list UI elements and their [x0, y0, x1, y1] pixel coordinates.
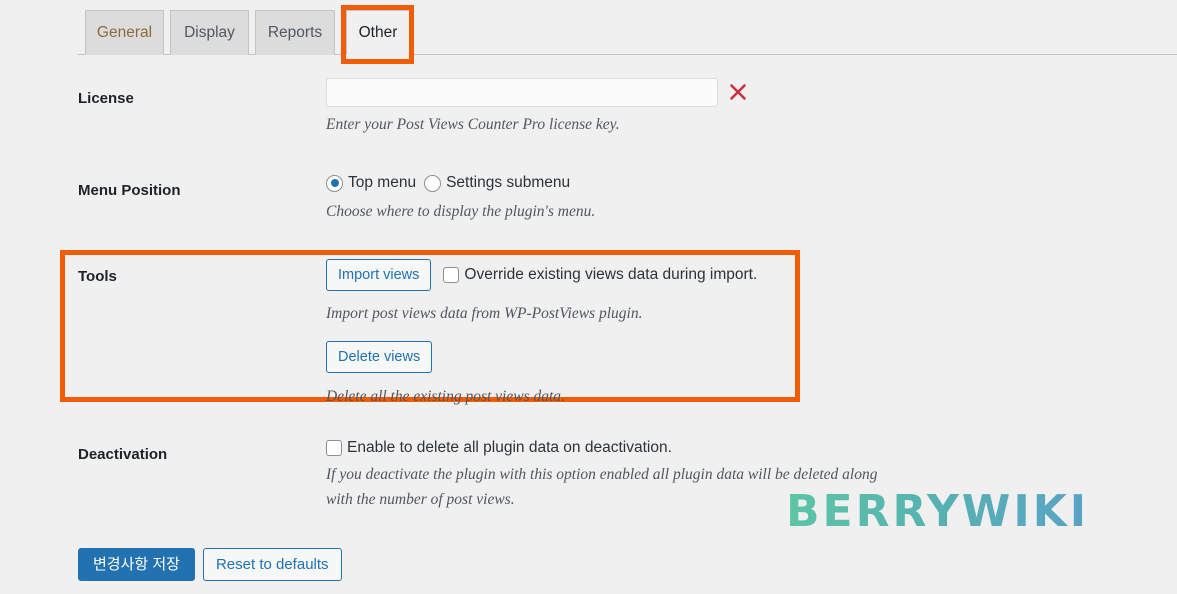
license-description: Enter your Post Views Counter Pro licens…	[326, 116, 620, 133]
override-existing-views-checkbox-row[interactable]: Override existing views data during impo…	[443, 266, 757, 284]
tab-general[interactable]: General	[85, 10, 164, 55]
import-views-description: Import post views data from WP-PostViews…	[326, 305, 643, 322]
reset-to-defaults-button[interactable]: Reset to defaults	[202, 548, 342, 581]
radio-settings-submenu-indicator[interactable]	[424, 174, 442, 192]
radio-top-menu-indicator[interactable]	[326, 174, 343, 192]
delete-views-button[interactable]: Delete views	[326, 341, 433, 373]
radio-option-settings-submenu[interactable]: Settings submenu	[424, 174, 570, 192]
import-views-button[interactable]: Import views	[326, 259, 432, 291]
override-existing-views-checkbox[interactable]	[443, 267, 460, 283]
save-changes-button[interactable]: 변경사항 저장	[78, 548, 195, 581]
deactivation-delete-data-checkbox[interactable]	[326, 440, 342, 456]
tab-other[interactable]: Other	[346, 10, 410, 55]
override-existing-views-label: Override existing views data during impo…	[464, 266, 758, 283]
tab-general-label: General	[96, 24, 153, 41]
license-input[interactable]	[326, 78, 718, 107]
radio-settings-submenu-label: Settings submenu	[446, 174, 571, 191]
menu-position-description: Choose where to display the plugin's men…	[326, 203, 596, 220]
settings-tab-bar: General Display Reports Other	[0, 0, 1177, 64]
radio-top-menu-label: Top menu	[348, 174, 417, 191]
menu-position-label: Menu Position	[78, 182, 181, 199]
delete-views-description: Delete all the existing post views data.	[326, 388, 565, 405]
menu-position-radio-group: Top menu Settings submenu	[326, 174, 578, 192]
berrywiki-watermark: BERRYWIKI	[786, 486, 1090, 537]
tab-other-label: Other	[358, 24, 398, 41]
radio-option-top-menu[interactable]: Top menu	[326, 174, 416, 192]
tools-import-controls: Import views Override existing views dat…	[326, 259, 757, 291]
deactivation-label: Deactivation	[78, 446, 168, 463]
tab-reports[interactable]: Reports	[255, 10, 335, 55]
tab-reports-label: Reports	[267, 24, 323, 41]
tab-display-label: Display	[184, 24, 235, 41]
license-label: License	[78, 90, 134, 107]
deactivation-delete-data-label: Enable to delete all plugin data on deac…	[347, 439, 672, 456]
tab-display[interactable]: Display	[170, 10, 249, 55]
form-footer-actions: 변경사항 저장 Reset to defaults	[78, 548, 342, 581]
deactivation-checkbox-row[interactable]: Enable to delete all plugin data on deac…	[326, 439, 672, 457]
x-mark-icon[interactable]	[726, 79, 750, 105]
tools-label: Tools	[78, 268, 117, 285]
tools-delete-controls: Delete views	[326, 341, 433, 373]
